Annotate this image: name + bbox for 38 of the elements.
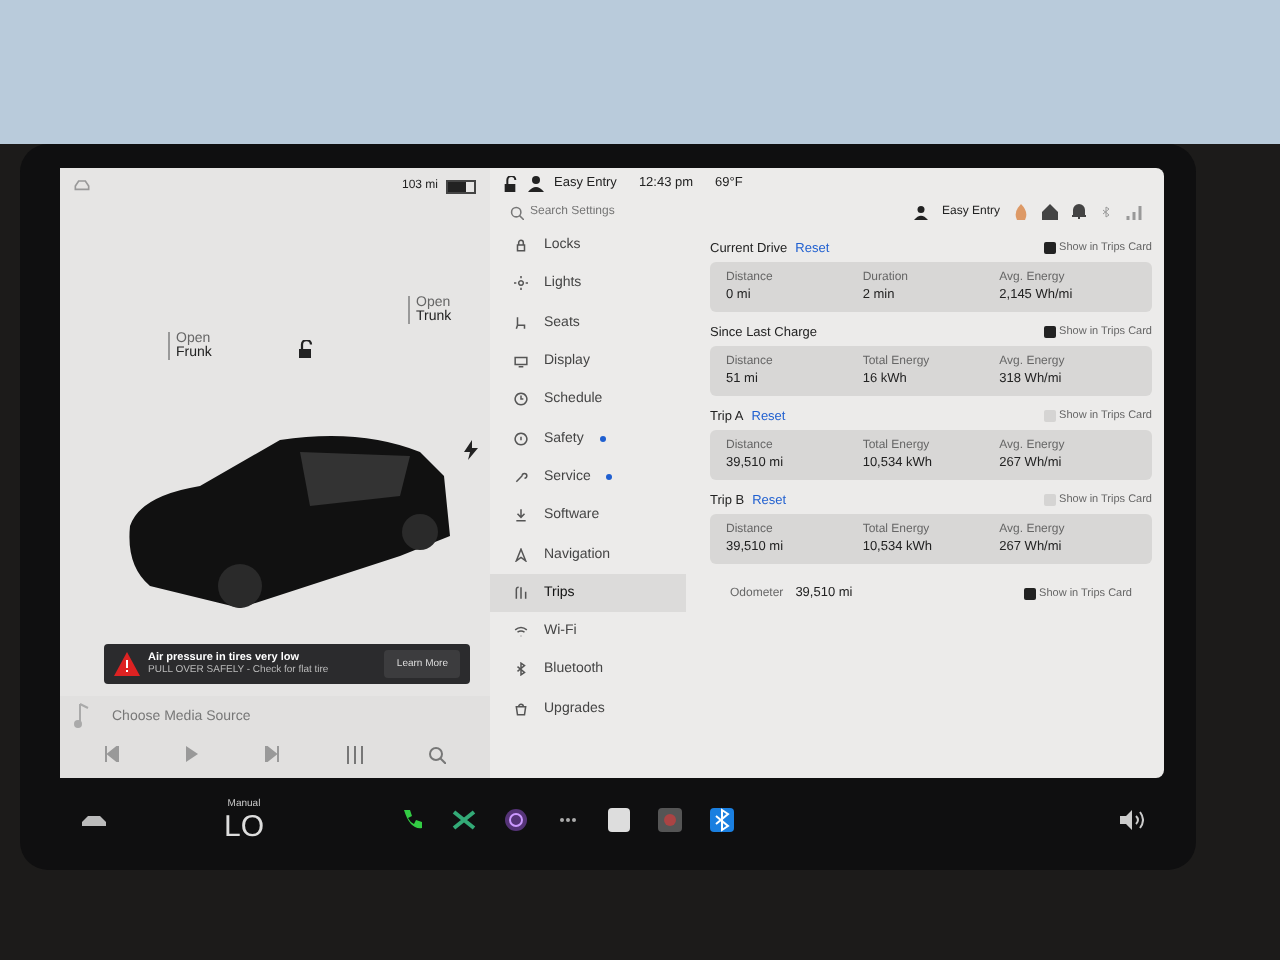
- clock-icon: [514, 392, 528, 407]
- lightning-bolt-icon[interactable]: [464, 440, 478, 460]
- navigation-arrow-icon: [514, 547, 528, 562]
- shopping-bag-icon: [514, 701, 528, 716]
- light-icon: [514, 276, 528, 291]
- search-icon[interactable]: [427, 746, 446, 764]
- bars-icon: [514, 585, 528, 600]
- house-icon[interactable]: [1042, 204, 1058, 220]
- person-icon: [913, 205, 928, 219]
- battery-icon: [446, 179, 478, 193]
- unlocked-padlock-icon[interactable]: [296, 340, 314, 358]
- bell-icon[interactable]: [1072, 204, 1086, 220]
- cabin-temperature[interactable]: LO: [224, 809, 265, 843]
- download-icon: [514, 508, 528, 523]
- warning-icon: [114, 652, 140, 676]
- checkbox[interactable]: [1043, 242, 1056, 254]
- person-icon: [528, 175, 544, 191]
- seat-icon: [514, 315, 528, 330]
- volume-icon[interactable]: [1120, 810, 1144, 830]
- wrench-icon: [514, 469, 528, 484]
- phone-icon[interactable]: [400, 808, 425, 832]
- car-icon[interactable]: [80, 811, 108, 829]
- padlock-icon: [514, 238, 528, 253]
- checkbox[interactable]: [1043, 326, 1056, 338]
- search-icon: [510, 205, 524, 219]
- equalizer-icon[interactable]: [345, 746, 364, 764]
- circle-app-icon[interactable]: [504, 808, 529, 832]
- unlocked-padlock-icon[interactable]: [502, 175, 518, 191]
- display-icon: [514, 354, 528, 369]
- previous-track-icon[interactable]: [104, 746, 121, 762]
- music-note-icon: [72, 702, 92, 730]
- bluetooth-icon: [514, 662, 528, 677]
- checkbox[interactable]: [1023, 587, 1036, 599]
- bluetooth-icon[interactable]: [710, 808, 735, 832]
- signal-icon: [1126, 204, 1144, 220]
- next-track-icon[interactable]: [264, 746, 281, 762]
- wifi-icon: [514, 624, 528, 639]
- shuffle-icon[interactable]: [452, 808, 477, 832]
